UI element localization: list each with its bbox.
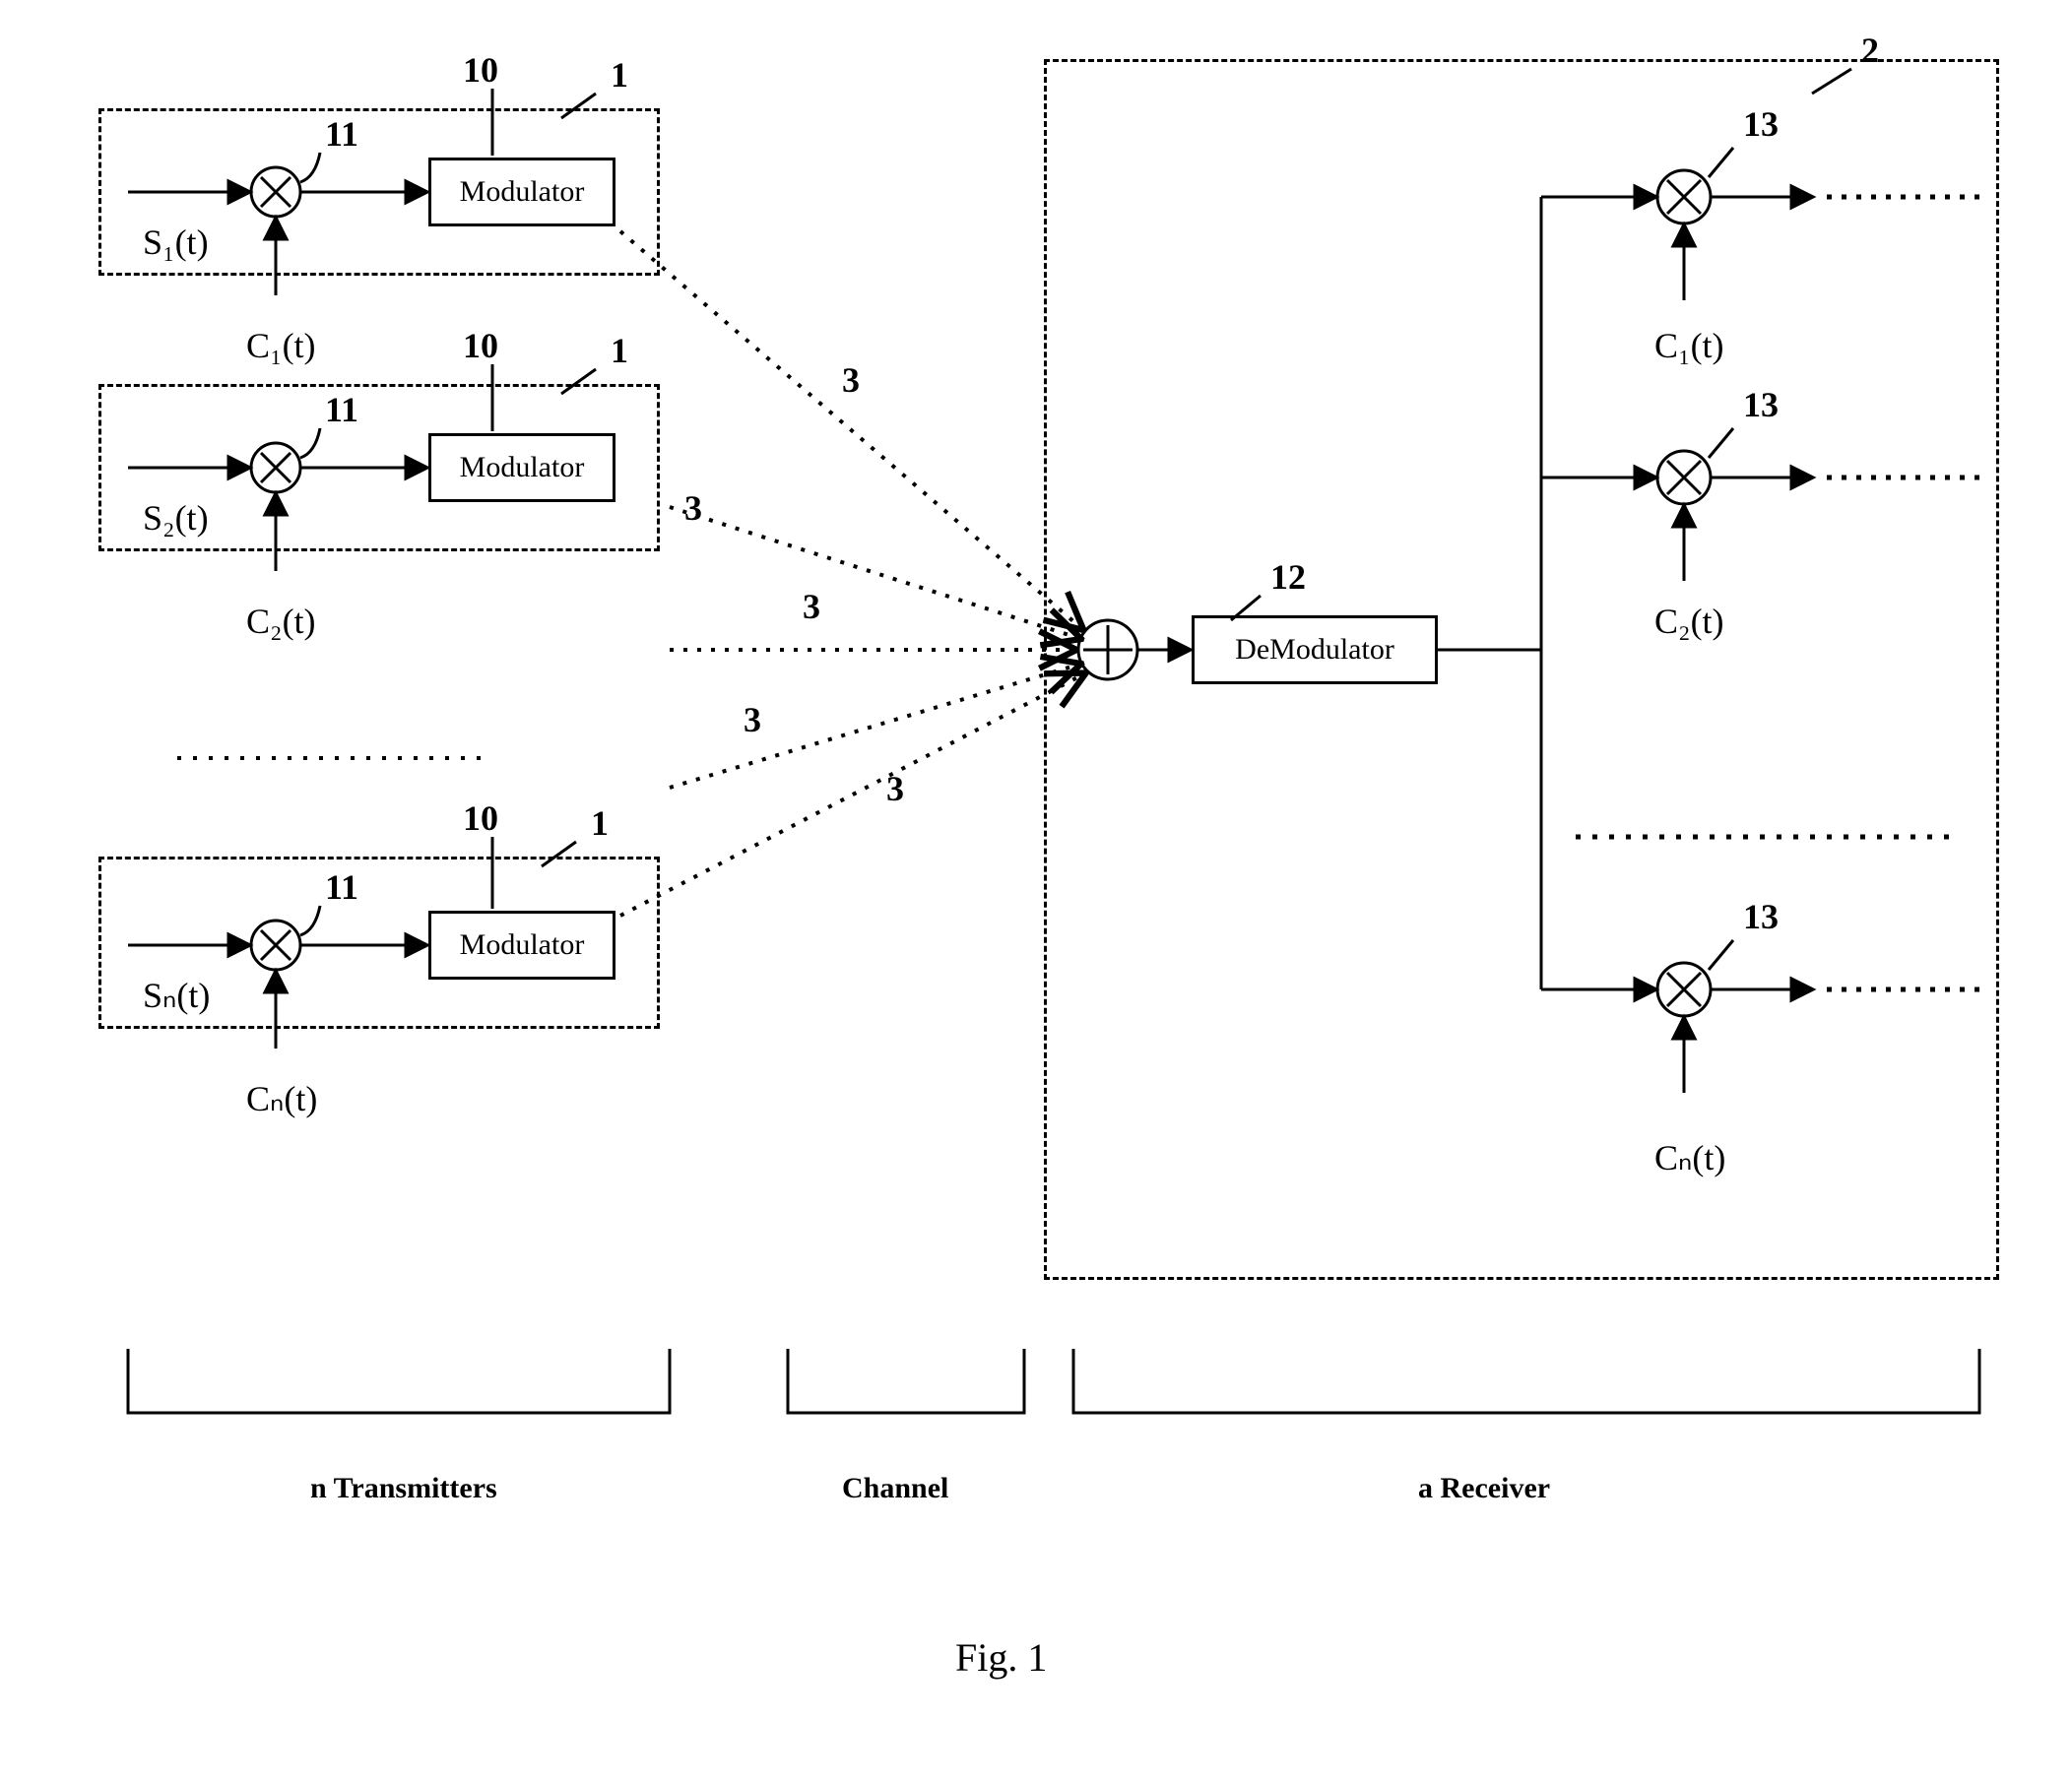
summer-icon [1078,620,1137,679]
diagram-canvas: Modulator Modulator Modulator DeModulato… [39,39,2033,1743]
diagram-svg [39,39,2033,1743]
mult-tx2-icon [251,443,300,492]
mult-tx1-icon [251,167,300,217]
mult-rx1-icon [1657,170,1711,223]
mult-rxn-icon [1657,963,1711,1016]
mult-rx2-icon [1657,451,1711,504]
mult-txn-icon [251,921,300,970]
